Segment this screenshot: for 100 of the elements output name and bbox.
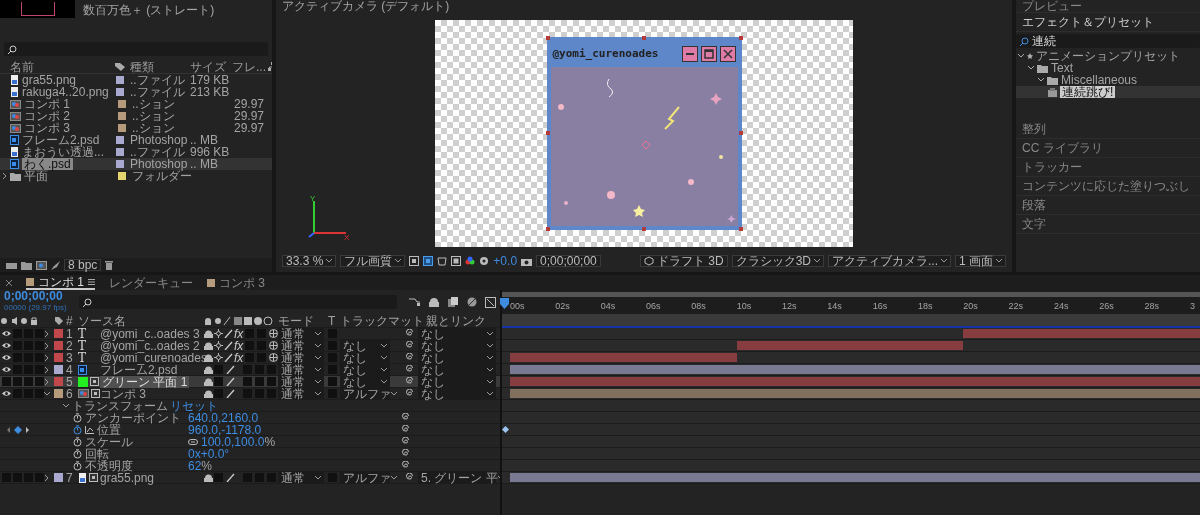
property-value[interactable]: 62% [188, 459, 213, 472]
mode-dropdown[interactable]: 通常 [278, 328, 324, 339]
column-header[interactable]: トラックマット [340, 314, 426, 327]
search-field[interactable] [78, 295, 397, 309]
stopwatch-icon[interactable] [73, 436, 82, 447]
exposure-value[interactable]: +0.0 [493, 255, 518, 267]
eye-icon[interactable] [2, 329, 11, 338]
3d-layer-icon[interactable] [269, 341, 278, 350]
expand-chevron-icon[interactable] [44, 354, 50, 361]
stopwatch-icon[interactable] [73, 448, 82, 459]
expand-chevron-icon[interactable] [44, 390, 50, 397]
region-of-interest-icon[interactable] [409, 256, 420, 266]
track-matte-dropdown[interactable]: なし [340, 340, 390, 351]
column-header[interactable]: 種類 [130, 60, 190, 73]
property-value[interactable]: 640.0,2160.0 [188, 411, 259, 424]
mask-icon[interactable] [437, 256, 448, 266]
project-item[interactable]: 平面 フォルダー [0, 170, 272, 182]
selection-handle[interactable] [642, 35, 646, 40]
exposure-icon[interactable] [479, 256, 490, 266]
track-matte-dropdown[interactable]: なし [340, 352, 390, 363]
keyframe-icon[interactable] [502, 426, 509, 433]
eye-icon[interactable] [2, 365, 11, 374]
property-value[interactable]: 960.0,-1178.0 [188, 423, 262, 436]
parent-dropdown[interactable]: なし [418, 376, 496, 387]
selection-handle[interactable] [738, 35, 743, 40]
column-header[interactable]: T [328, 314, 340, 327]
layer-row[interactable]: 2 T @yomi_c..oades 2 fx 通常 なし なし [0, 340, 500, 352]
panel-title[interactable]: 文字 [1022, 218, 1046, 230]
tree-item[interactable]: Text [1016, 62, 1200, 74]
project-item[interactable]: gra55.png ..ファイル 179 KB [0, 74, 272, 86]
eye-icon[interactable] [2, 353, 11, 362]
effects-switch[interactable]: fx [234, 327, 244, 340]
panel-title[interactable]: 整列 [1022, 123, 1046, 135]
renderer-dropdown[interactable]: クラシック3D [731, 255, 824, 267]
column-header[interactable]: # [66, 314, 78, 327]
shy-icon[interactable] [204, 473, 213, 482]
close-icon[interactable] [6, 279, 12, 286]
panel-title[interactable]: プレビュー [1022, 0, 1082, 12]
layer-name[interactable]: gra55.png [100, 471, 155, 484]
layer-name[interactable]: フレーム2.psd [100, 363, 178, 376]
safe-area-icon[interactable] [451, 256, 462, 266]
project-item[interactable]: まおうい透過... ..ファイル 996 KB [0, 146, 272, 158]
3d-layer-toggle[interactable] [267, 377, 276, 386]
keyframe-navigator-icon[interactable] [6, 425, 30, 434]
layer-name[interactable]: @yomi_c..oades 2 [100, 339, 200, 352]
panel-title[interactable]: CC ライブラリ [1022, 142, 1103, 154]
expand-chevron-icon[interactable] [63, 402, 69, 409]
selection-handle[interactable] [738, 226, 743, 231]
shy-toggle-icon[interactable] [428, 296, 439, 308]
channels-icon[interactable] [465, 256, 476, 266]
layer-name[interactable]: @yomi_c..oades 3 [100, 327, 200, 340]
collapse-icon[interactable] [214, 353, 223, 362]
expand-chevron-icon[interactable] [44, 366, 50, 373]
flowchart-icon[interactable] [409, 296, 420, 308]
layer-row[interactable]: 3 T @yomi_curenoades fx 通常 なし なし [0, 352, 500, 364]
parent-dropdown[interactable]: なし [418, 388, 496, 399]
layer-row[interactable]: 7 gra55.png 通常 アルファ 5. グリーン 平 [0, 472, 500, 484]
panel-title[interactable]: トラッカー [1022, 161, 1082, 173]
column-header[interactable]: ソース名 [78, 314, 204, 327]
parent-dropdown[interactable]: なし [418, 328, 496, 339]
selection-handle[interactable] [545, 226, 550, 231]
mode-dropdown[interactable]: 通常 [278, 352, 324, 363]
composition-tab[interactable]: レンダーキュー [109, 276, 193, 289]
stopwatch-icon[interactable] [73, 460, 82, 471]
selection-handle[interactable] [738, 131, 743, 135]
switch-toggle[interactable] [214, 473, 223, 482]
parent-dropdown[interactable]: なし [418, 340, 496, 351]
frame-blending-icon[interactable] [447, 296, 458, 308]
project-item[interactable]: コンポ 1 ..ション 29.97 [0, 98, 272, 110]
eye-icon[interactable] [2, 389, 11, 398]
panel-title[interactable]: コンテンツに応じた塗りつぶし [1022, 180, 1190, 192]
motion-blur-icon[interactable] [466, 296, 477, 308]
reset-link[interactable]: リセット [170, 399, 218, 412]
mode-dropdown[interactable]: 通常 [278, 472, 324, 483]
parent-dropdown[interactable]: なし [418, 352, 496, 363]
panel-title[interactable]: エフェクト＆プリセット [1022, 16, 1154, 28]
expand-chevron-icon[interactable] [44, 330, 50, 337]
layer-row[interactable]: 5 グリーン 平面 1 通常 なし なし [0, 376, 500, 388]
layer-row[interactable]: 6 コンポ 3 通常 アルファ なし [0, 388, 500, 400]
track-matte-dropdown[interactable]: なし [340, 376, 390, 387]
snapshot-icon[interactable] [521, 256, 533, 266]
column-header[interactable]: 名前 [10, 60, 114, 73]
visibility-toggle[interactable] [2, 377, 11, 386]
composition-tab[interactable]: コンポ 1 [26, 275, 95, 290]
project-item[interactable]: rakuga4..20.png ..ファイル 213 KB [0, 86, 272, 98]
effects-switch[interactable]: fx [234, 339, 244, 352]
layer-row[interactable]: 1 T @yomi_c..oades 3 fx 通常 なし [0, 328, 500, 340]
layer-name[interactable]: @yomi_curenoades [100, 351, 207, 364]
draft-3d-button[interactable]: ドラフト 3D [639, 255, 728, 267]
mode-dropdown[interactable]: 通常 [278, 340, 324, 351]
playhead-icon[interactable] [500, 298, 509, 309]
track-matte-dropdown[interactable]: なし [340, 364, 390, 375]
panel-title[interactable]: 段落 [1022, 199, 1046, 211]
property-value[interactable]: 100.0,100.0% [201, 435, 276, 448]
layer-name[interactable]: コンポ 3 [100, 387, 146, 400]
eye-icon[interactable] [2, 341, 11, 350]
mode-dropdown[interactable]: 通常 [278, 376, 324, 387]
search-field[interactable] [4, 42, 268, 56]
resolution-dropdown[interactable]: フル画質 [340, 255, 406, 267]
timecode[interactable]: 0;00;00;00 [4, 290, 67, 302]
